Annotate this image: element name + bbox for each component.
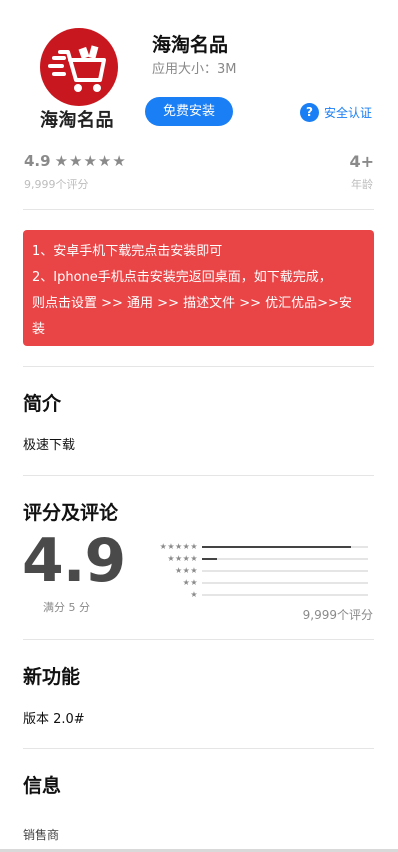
rating-bar-5: ★★★★★ <box>150 541 368 553</box>
age-label: 年龄 <box>351 178 373 191</box>
rating-summary: 4.9 ★★★★★ <box>24 152 127 170</box>
install-button[interactable]: 免费安装 <box>145 97 233 126</box>
ratings-title: 评分及评论 <box>23 502 119 524</box>
bar-stars: ★★★★ <box>167 554 198 563</box>
app-title: 海淘名品 <box>152 34 229 56</box>
version-text: 版本 2.0# <box>23 712 85 727</box>
logo-text: 海淘名品 <box>40 110 114 131</box>
rating-bar-3: ★★★ <box>150 565 368 577</box>
divider <box>23 209 374 210</box>
divider <box>23 748 374 749</box>
app-logo <box>40 28 118 106</box>
rating-score: 4.9 <box>24 152 51 170</box>
security-verify-link[interactable]: ? 安全认证 <box>300 103 372 122</box>
bar-stars: ★★ <box>182 578 198 587</box>
bar-stars: ★★★★★ <box>159 542 198 551</box>
notice-line: 1、安卓手机下载完点击安装即可 <box>32 244 223 259</box>
bar-stars: ★ <box>190 590 198 599</box>
ratings-total: 9,999个评分 <box>302 608 373 622</box>
rating-bar-4: ★★★★ <box>150 553 368 565</box>
intro-body: 极速下载 <box>23 438 76 453</box>
cart-icon <box>48 45 106 92</box>
verify-label: 安全认证 <box>324 106 373 120</box>
install-notice: 1、安卓手机下载完点击安装即可 2、Iphone手机点击安装完返回桌面，如下载完… <box>23 230 374 346</box>
question-icon: ? <box>300 103 319 122</box>
notice-line: 则点击设置 >> 通用 >> 描述文件 >> 优汇优品>>安 <box>32 296 352 311</box>
notice-line: 2、Iphone手机点击安装完返回桌面，如下载完成， <box>32 270 332 285</box>
intro-title: 简介 <box>23 393 62 415</box>
rating-bar-1: ★ <box>150 589 368 601</box>
divider <box>23 639 374 640</box>
rating-stars: ★★★★★ <box>54 152 127 170</box>
seller-label: 销售商 <box>23 828 60 842</box>
divider <box>23 366 374 367</box>
bar-stars: ★★★ <box>174 566 198 575</box>
rating-bar-2: ★★ <box>150 577 368 589</box>
age-rating: 4+ <box>349 152 374 171</box>
whats-new-title: 新功能 <box>23 666 81 688</box>
notice-line: 装 <box>32 322 46 337</box>
rating-out-of: 满分 5 分 <box>43 601 90 614</box>
big-rating-score: 4.9 <box>22 526 126 596</box>
rating-count: 9,999个评分 <box>24 178 89 191</box>
rating-distribution: ★★★★★ ★★★★ ★★★ ★★ ★ <box>150 541 368 601</box>
info-title: 信息 <box>23 775 62 797</box>
app-size: 应用大小：3M <box>152 62 237 77</box>
bar-fill <box>202 558 217 560</box>
divider <box>23 475 374 476</box>
bar-fill <box>202 546 352 548</box>
